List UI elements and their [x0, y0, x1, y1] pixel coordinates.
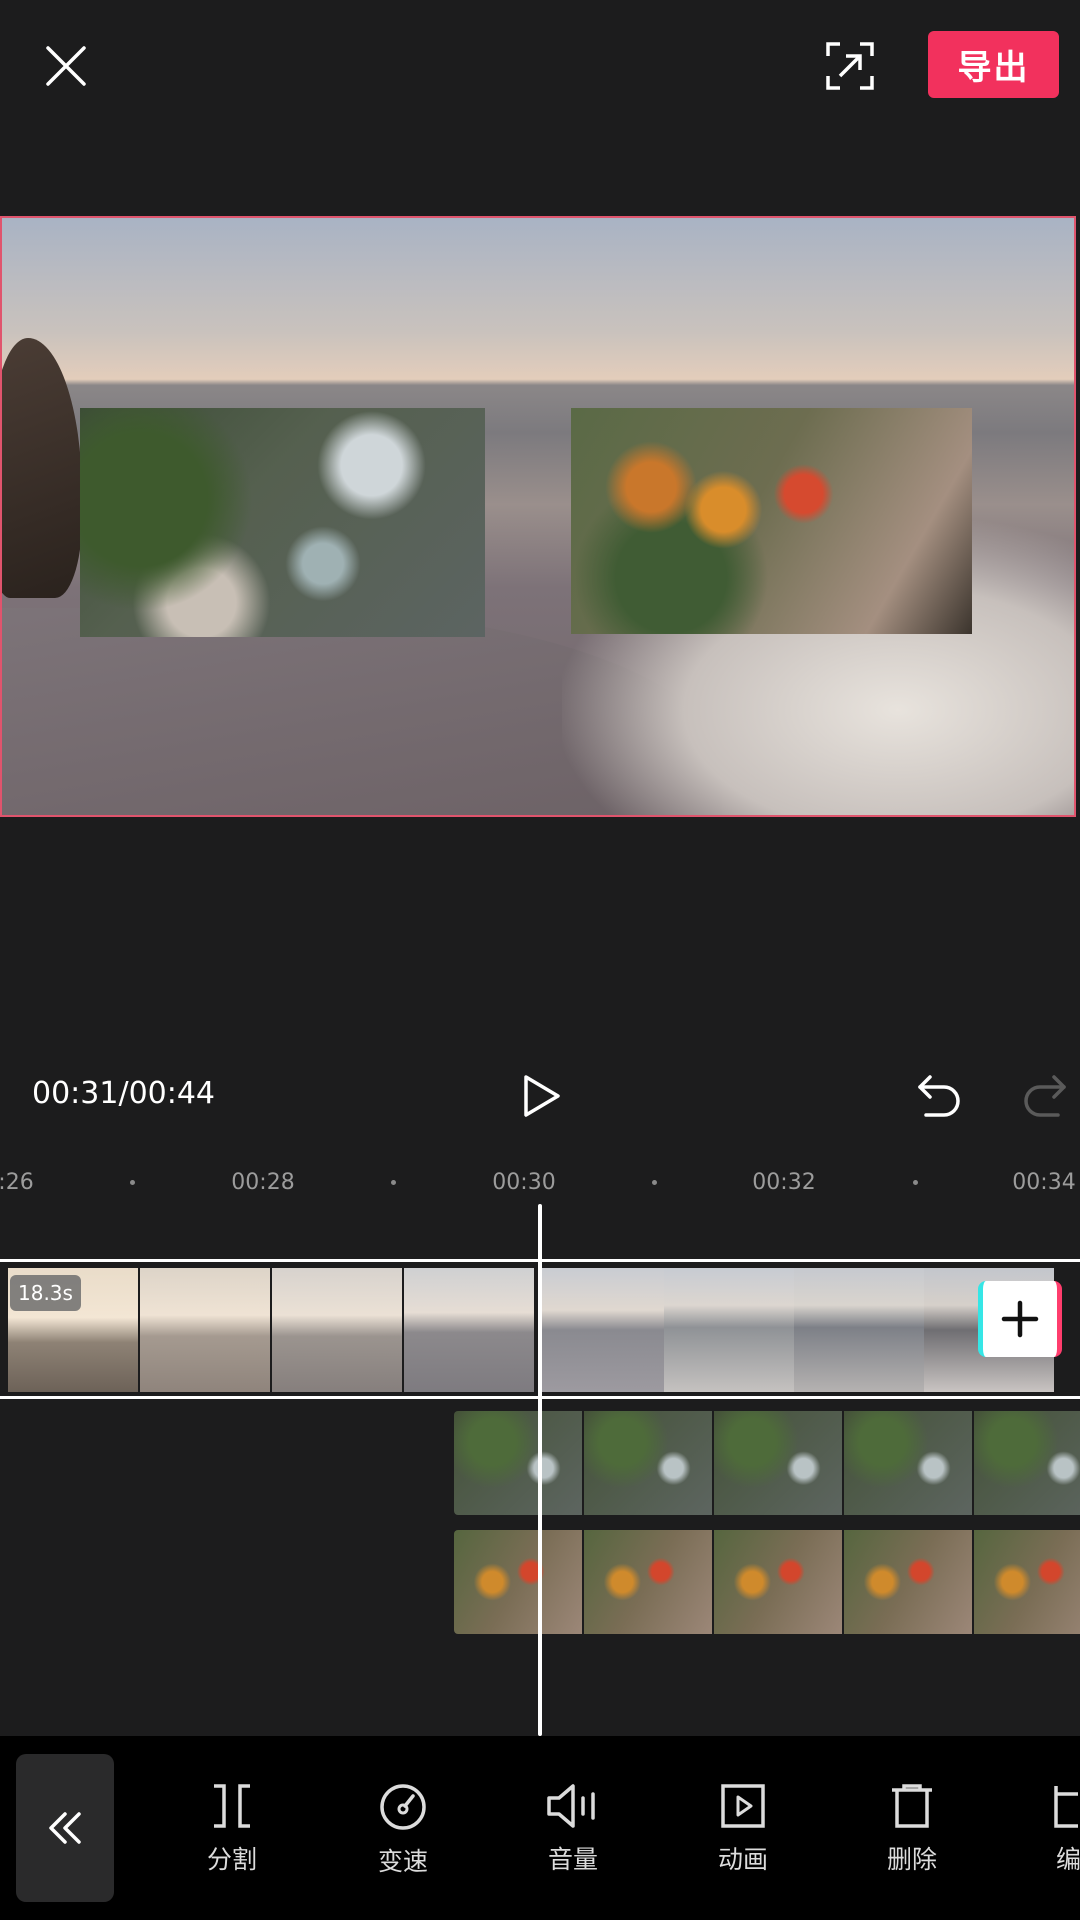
- ruler-label: :26: [0, 1170, 34, 1195]
- preview-rock: [2, 338, 82, 598]
- add-clip-button[interactable]: [978, 1281, 1062, 1357]
- close-icon: [46, 46, 86, 86]
- tool-delete[interactable]: 删除: [857, 1782, 967, 1892]
- overlay-thumb: [714, 1411, 842, 1515]
- overlay-thumb: [844, 1530, 972, 1634]
- back-button[interactable]: [16, 1754, 114, 1902]
- volume-icon: [547, 1784, 595, 1828]
- ruler-label: 00:30: [492, 1170, 556, 1195]
- overlay-thumb: [454, 1530, 582, 1634]
- fullscreen-icon: [826, 42, 874, 90]
- overlay-clip-flowers[interactable]: [571, 408, 972, 634]
- overlay-track-leaves[interactable]: [454, 1411, 1080, 1515]
- overlay-clip-leaves[interactable]: [80, 408, 485, 637]
- tool-animation[interactable]: 动画: [688, 1782, 798, 1892]
- ruler-dot: [913, 1180, 918, 1185]
- tool-volume-label: 音量: [547, 1845, 598, 1874]
- tool-split-label: 分割: [206, 1845, 257, 1874]
- split-icon: [214, 1784, 250, 1828]
- ruler-dot: [130, 1180, 135, 1185]
- overlay-thumb: [584, 1530, 712, 1634]
- ruler-dot: [652, 1180, 657, 1185]
- track-frame: [794, 1268, 924, 1392]
- close-button[interactable]: [40, 40, 92, 92]
- track-frame: [664, 1268, 794, 1392]
- overlay-thumb: [974, 1530, 1080, 1634]
- playhead[interactable]: [538, 1204, 542, 1736]
- animation-icon: [721, 1784, 765, 1828]
- edit-icon: [1054, 1786, 1078, 1828]
- double-chevron-left-icon: [49, 1812, 81, 1844]
- clip-duration-badge: 18.3s: [10, 1275, 81, 1311]
- track-frame: [140, 1268, 270, 1392]
- overlay-track-flowers[interactable]: [454, 1530, 1080, 1634]
- redo-icon: [1024, 1075, 1066, 1117]
- tool-edit-label: 编: [1056, 1845, 1080, 1874]
- tool-animation-label: 动画: [717, 1845, 768, 1874]
- plus-icon: [1001, 1300, 1039, 1338]
- overlay-thumb: [584, 1411, 712, 1515]
- track-frame: [540, 1268, 670, 1392]
- ruler-label: 00:32: [752, 1170, 816, 1195]
- undo-button[interactable]: [914, 1071, 964, 1119]
- ruler-label: 00:34: [1012, 1170, 1076, 1195]
- tool-volume[interactable]: 音量: [518, 1782, 628, 1892]
- overlay-thumb: [974, 1411, 1080, 1515]
- track-frame: [272, 1268, 402, 1392]
- ruler-label: 00:28: [231, 1170, 295, 1195]
- tool-delete-label: 删除: [886, 1845, 937, 1874]
- play-icon: [524, 1075, 560, 1117]
- ruler-dot: [391, 1180, 396, 1185]
- redo-button[interactable]: [1020, 1071, 1070, 1119]
- tool-speed-label: 变速: [377, 1847, 428, 1876]
- tool-speed[interactable]: 变速: [348, 1782, 458, 1892]
- speed-icon: [380, 1784, 426, 1830]
- delete-icon: [892, 1784, 932, 1828]
- timecode: 00:31/00:44: [32, 1076, 216, 1111]
- tool-split[interactable]: 分割: [177, 1782, 287, 1892]
- overlay-thumb: [454, 1411, 582, 1515]
- tool-edit[interactable]: 编: [1034, 1782, 1080, 1892]
- overlay-thumb: [714, 1530, 842, 1634]
- play-button[interactable]: [520, 1072, 564, 1120]
- overlay-thumb: [844, 1411, 972, 1515]
- fullscreen-button[interactable]: [822, 38, 878, 94]
- undo-icon: [918, 1075, 960, 1117]
- export-button[interactable]: 导出: [928, 31, 1059, 98]
- track-frame: [404, 1268, 534, 1392]
